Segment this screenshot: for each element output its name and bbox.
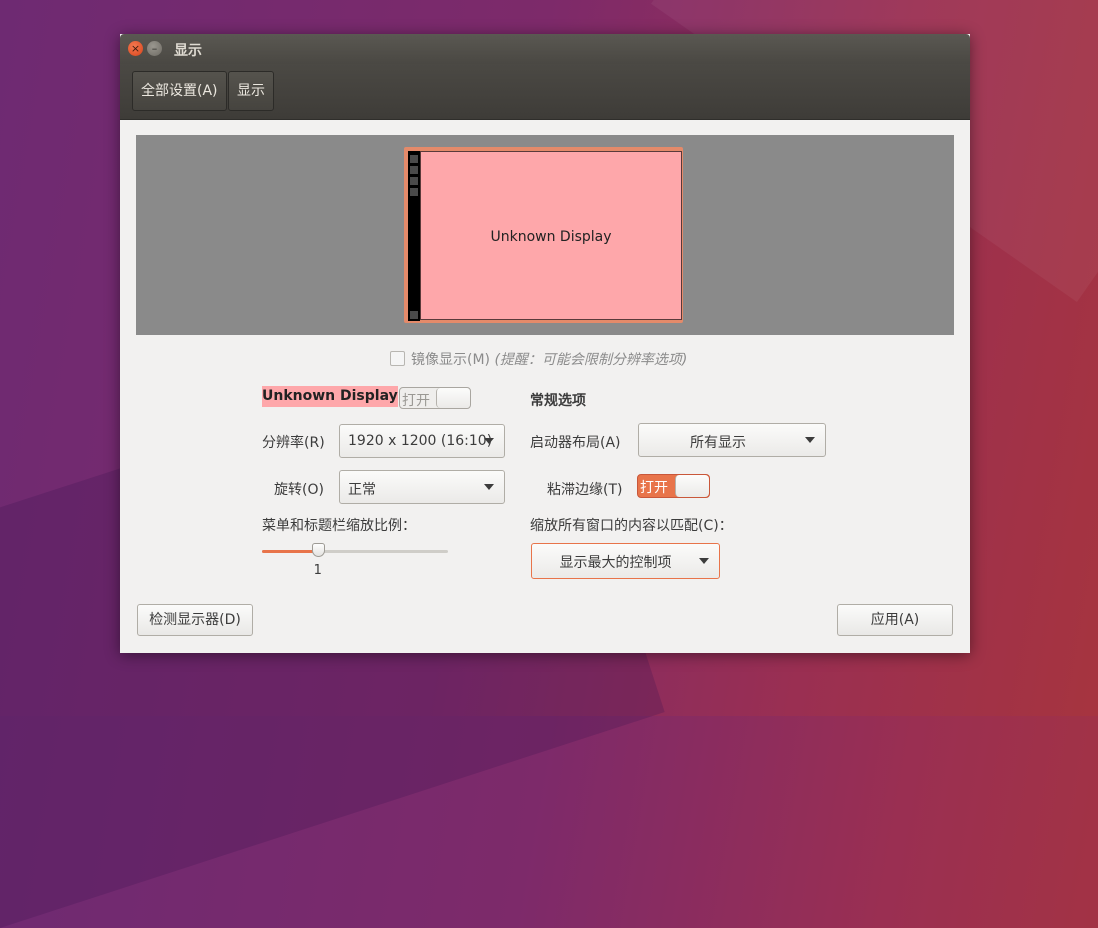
scale-all-windows-label: 缩放所有窗口的内容以匹配(C)：: [530, 518, 733, 534]
mirror-displays-option[interactable]: 镜像显示(M) (提醒：可能会限制分辨率选项): [390, 349, 687, 369]
sticky-edges-label: 粘滞边缘(T): [547, 482, 623, 498]
scale-label: 菜单和标题栏缩放比例：: [262, 518, 416, 534]
monitor-arrangement-area[interactable]: Unknown Display: [136, 135, 954, 335]
apply-button[interactable]: 应用(A): [837, 604, 953, 636]
resolution-dropdown[interactable]: 1920 x 1200 (16:10): [339, 424, 505, 458]
title-bar[interactable]: × – 显示: [120, 34, 970, 64]
mirror-hint: (提醒：可能会限制分辨率选项): [494, 352, 688, 368]
scale-value: 1: [313, 563, 322, 578]
display-name-label: Unknown Display: [262, 386, 398, 407]
all-settings-button[interactable]: 全部设置(A): [132, 71, 227, 111]
monitor-preview[interactable]: Unknown Display: [420, 151, 682, 320]
mirror-checkbox[interactable]: [390, 351, 405, 366]
dropdown-arrow-icon: [699, 558, 709, 564]
breadcrumb-display[interactable]: 显示: [228, 71, 274, 111]
monitor-preview-label: Unknown Display: [490, 229, 612, 245]
launcher-icon: [410, 311, 418, 319]
scale-slider-fill: [262, 550, 318, 553]
toolbar: 全部设置(A) 显示: [120, 64, 970, 120]
rotation-value: 正常: [348, 482, 376, 498]
launcher-icon: [410, 177, 418, 185]
display-settings-window: × – 显示 全部设置(A) 显示 Unknown Display 镜像显示(M…: [120, 34, 970, 653]
launcher-icon: [410, 188, 418, 196]
window-title: 显示: [174, 43, 202, 59]
scale-slider-handle[interactable]: [311, 543, 325, 557]
mirror-label: 镜像显示(M): [411, 352, 491, 368]
switch-knob: [436, 388, 470, 408]
display-power-switch[interactable]: 打开: [399, 387, 471, 409]
dropdown-arrow-icon: [805, 437, 815, 443]
resolution-label: 分辨率(R): [262, 435, 325, 451]
switch-knob: [675, 475, 709, 497]
minimize-icon: –: [151, 42, 158, 55]
detect-displays-button[interactable]: 检测显示器(D): [137, 604, 253, 636]
dropdown-arrow-icon: [484, 438, 494, 444]
close-icon: ×: [130, 42, 141, 55]
minimize-button[interactable]: –: [147, 41, 162, 56]
display-power-switch-label: 打开: [402, 393, 430, 409]
rotation-label: 旋转(O): [274, 482, 324, 498]
resolution-value: 1920 x 1200 (16:10): [348, 433, 493, 449]
scale-all-windows-dropdown[interactable]: 显示最大的控制项: [531, 543, 720, 579]
dropdown-arrow-icon: [484, 484, 494, 490]
general-options-title: 常规选项: [530, 393, 586, 409]
launcher-icon: [410, 155, 418, 163]
launcher-placement-value: 所有显示: [690, 435, 746, 451]
launcher-placement-label: 启动器布局(A): [530, 435, 621, 451]
launcher-icon: [410, 166, 418, 174]
sticky-edges-switch[interactable]: 打开: [637, 474, 710, 498]
launcher-placement-dropdown[interactable]: 所有显示: [638, 423, 826, 457]
close-button[interactable]: ×: [128, 41, 143, 56]
scale-all-windows-value: 显示最大的控制项: [559, 555, 672, 571]
sticky-edges-switch-label: 打开: [640, 480, 668, 496]
rotation-dropdown[interactable]: 正常: [339, 470, 505, 504]
